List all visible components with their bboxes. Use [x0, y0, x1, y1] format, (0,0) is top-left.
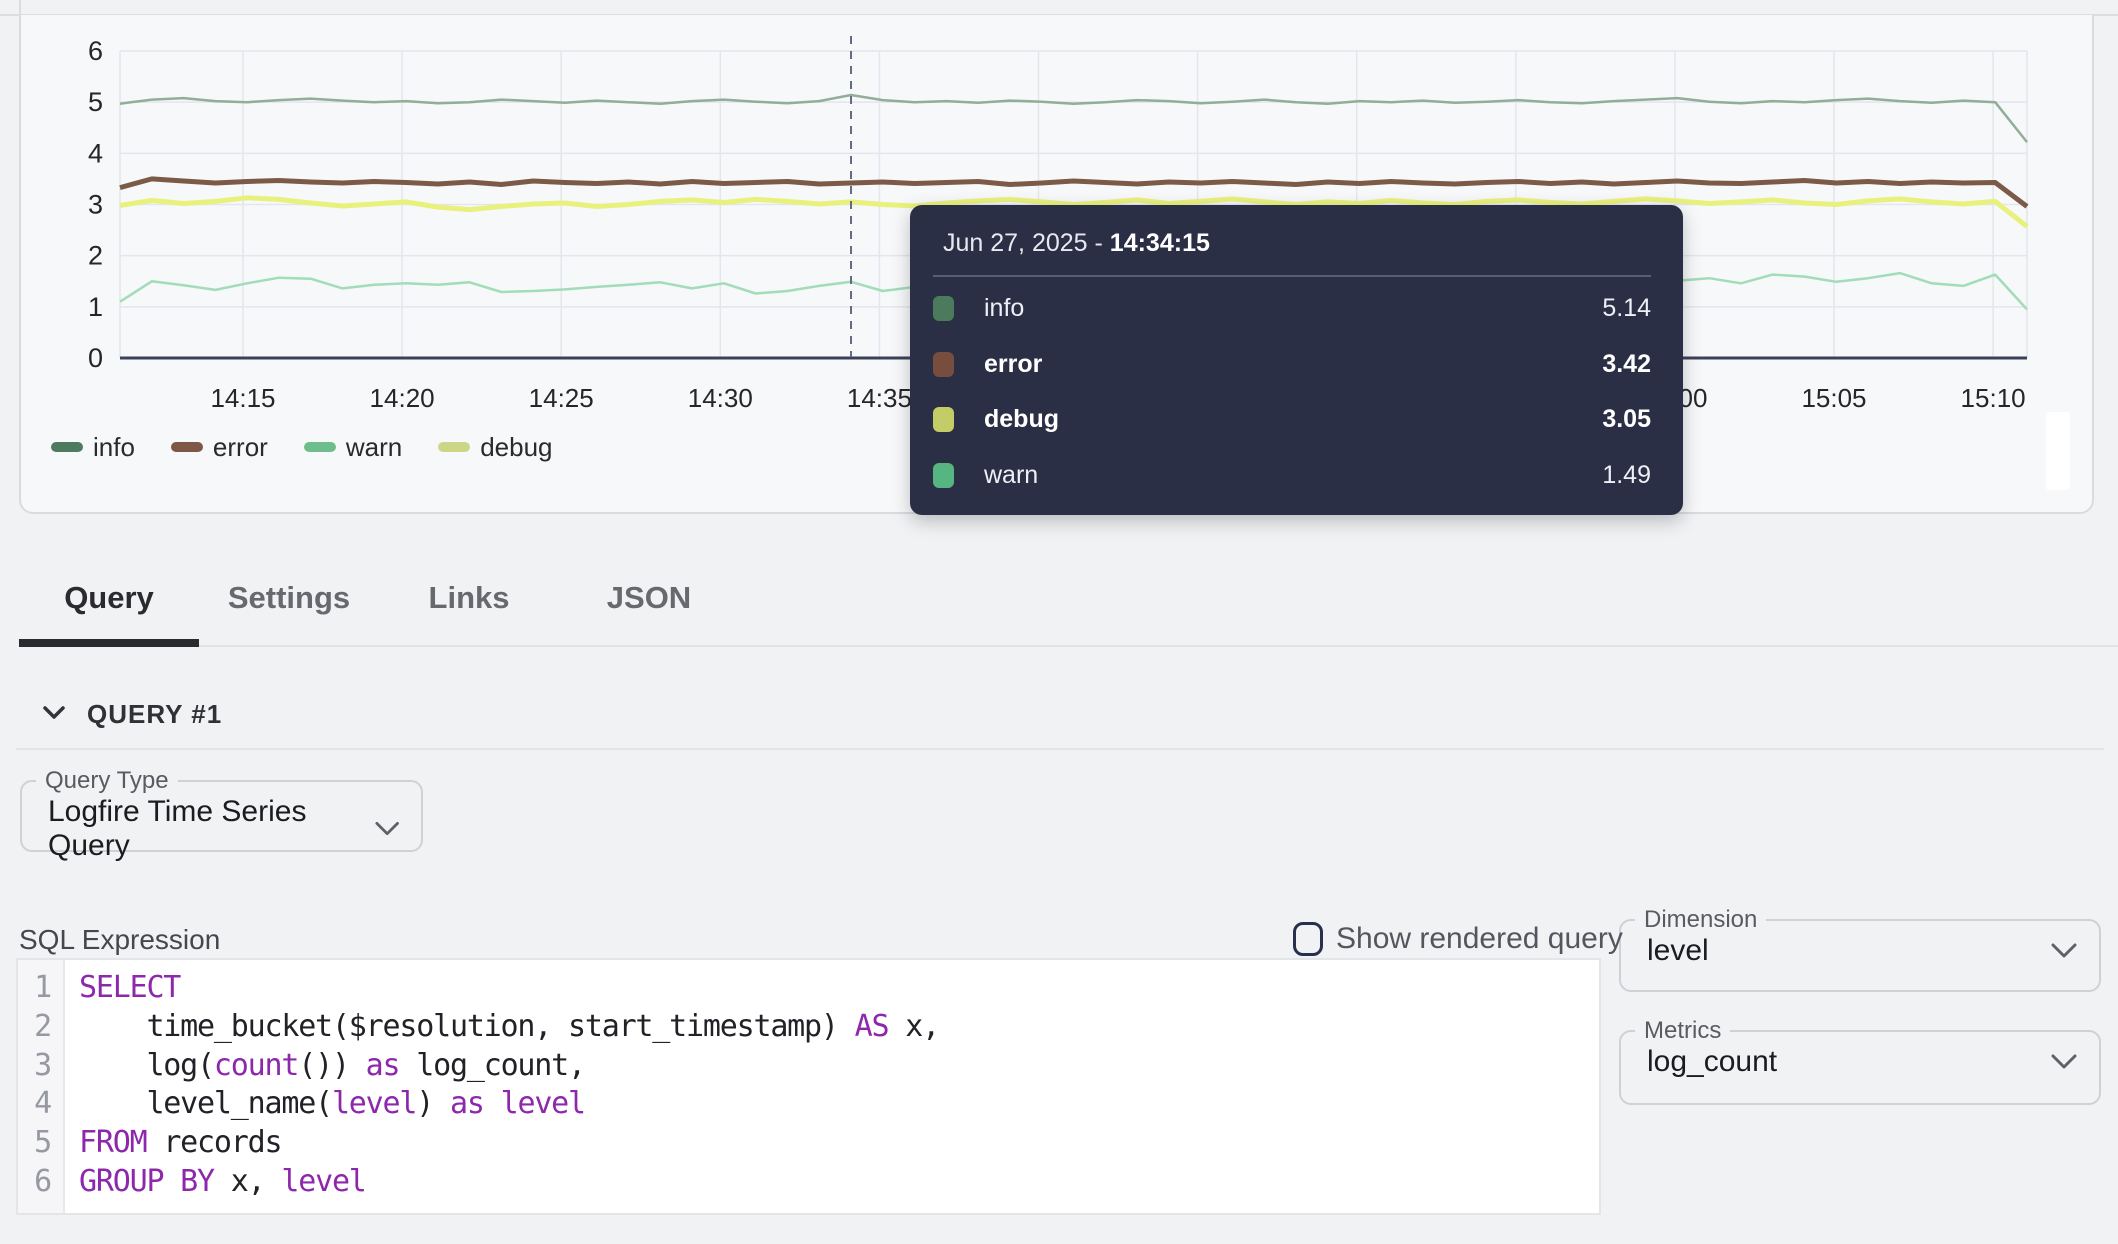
metrics-label: Metrics — [1635, 1019, 1730, 1043]
legend-item-info[interactable]: info — [51, 432, 135, 463]
legend-item-debug[interactable]: debug — [438, 432, 552, 463]
tooltip-series-value: 3.42 — [1602, 350, 1651, 379]
sql-expression-label: SQL Expression — [19, 924, 220, 956]
code-line: FROM records — [79, 1124, 1599, 1163]
tab-bar: QuerySettingsLinksJSON — [19, 563, 739, 633]
line-number: 1 — [18, 969, 51, 1008]
code-line: SELECT — [79, 969, 1599, 1008]
dimension-select[interactable]: Dimension level — [1619, 908, 2101, 992]
x-tick-label: 15:05 — [1801, 383, 1866, 413]
query-type-select[interactable]: Query Type Logfire Time Series Query — [20, 769, 423, 852]
tooltip-swatch-error — [933, 352, 954, 377]
sql-code-editor[interactable]: 123456 SELECT time_bucket($resolution, s… — [16, 958, 1601, 1215]
dashboard-query-editor: 14:1514:2014:2514:3014:3514:4014:4514:50… — [0, 0, 2118, 1244]
metrics-value: log_count — [1647, 1045, 1777, 1079]
tooltip-series-label: info — [984, 294, 1024, 323]
y-tick-label: 6 — [88, 36, 103, 66]
tooltip-date: Jun 27, 2025 - — [943, 229, 1110, 257]
legend-label: info — [93, 432, 135, 463]
query-section-title[interactable]: QUERY #1 — [87, 699, 222, 730]
legend-item-warn[interactable]: warn — [304, 432, 402, 463]
chevron-down-icon — [375, 821, 399, 837]
y-tick-label: 4 — [88, 138, 103, 168]
code-line: time_bucket($resolution, start_timestamp… — [79, 1008, 1599, 1047]
x-tick-label: 14:20 — [370, 383, 435, 413]
tooltip-rows: info 5.14 error 3.42 debug 3.05 warn 1.49 — [933, 281, 1651, 503]
chevron-down-icon — [2051, 943, 2077, 959]
x-tick-label: 14:35 — [847, 383, 912, 413]
tooltip-swatch-warn — [933, 463, 954, 488]
dimension-label: Dimension — [1635, 908, 1766, 932]
tab-active-indicator — [19, 639, 199, 647]
tab-links[interactable]: Links — [379, 563, 559, 633]
chart-legend: infoerrorwarndebug — [51, 436, 553, 458]
x-tick-label: 14:15 — [210, 383, 275, 413]
sql-code[interactable]: SELECT time_bucket($resolution, start_ti… — [65, 960, 1599, 1213]
query-section-divider — [16, 748, 2104, 750]
line-number: 2 — [18, 1008, 51, 1047]
tab-settings[interactable]: Settings — [199, 563, 379, 633]
tooltip-timestamp: Jun 27, 2025 - 14:34:15 — [933, 229, 1651, 258]
tooltip-row-warn: warn 1.49 — [933, 461, 1651, 490]
y-tick-label: 2 — [88, 241, 103, 271]
x-tick-label: 14:25 — [529, 383, 594, 413]
legend-swatch-info — [51, 442, 83, 452]
tooltip-series-label: error — [984, 350, 1042, 379]
code-line: level_name(level) as level — [79, 1085, 1599, 1124]
tooltip-divider — [933, 275, 1651, 277]
tooltip-row-error: error 3.42 — [933, 350, 1651, 379]
query-type-value: Logfire Time Series Query — [48, 795, 375, 863]
tooltip-time: 14:34:15 — [1110, 229, 1210, 257]
tooltip-swatch-debug — [933, 407, 954, 432]
tooltip-series-label: debug — [984, 405, 1059, 434]
query-type-label: Query Type — [36, 769, 178, 793]
show-rendered-query-control: Show rendered query — [1293, 920, 1623, 958]
line-number: 4 — [18, 1085, 51, 1124]
x-tick-label: 15:10 — [1961, 383, 2026, 413]
line-number: 3 — [18, 1047, 51, 1086]
line-number: 5 — [18, 1124, 51, 1163]
metrics-select[interactable]: Metrics log_count — [1619, 1019, 2101, 1105]
line-number-gutter: 123456 — [18, 960, 65, 1213]
tooltip-series-value: 5.14 — [1602, 294, 1651, 323]
y-tick-label: 1 — [88, 292, 103, 322]
y-tick-label: 3 — [88, 190, 103, 220]
legend-swatch-warn — [304, 442, 336, 452]
code-line: GROUP BY x, level — [79, 1163, 1599, 1202]
tooltip-series-value: 3.05 — [1602, 405, 1651, 434]
legend-swatch-error — [171, 442, 203, 452]
show-rendered-query-label[interactable]: Show rendered query — [1336, 922, 1623, 956]
x-tick-label: 14:30 — [688, 383, 753, 413]
chart-scrollbar-thumb[interactable] — [2046, 412, 2070, 490]
y-tick-label: 0 — [88, 343, 103, 373]
tooltip-row-info: info 5.14 — [933, 294, 1651, 323]
tab-query[interactable]: Query — [19, 563, 199, 633]
chevron-down-icon — [2051, 1054, 2077, 1070]
legend-label: warn — [346, 432, 402, 463]
tab-bar-underline — [19, 645, 2118, 647]
show-rendered-query-checkbox[interactable] — [1293, 922, 1323, 956]
tooltip-row-debug: debug 3.05 — [933, 405, 1651, 434]
legend-label: error — [213, 432, 268, 463]
legend-swatch-debug — [438, 442, 470, 452]
line-number: 6 — [18, 1163, 51, 1202]
tooltip-series-value: 1.49 — [1602, 461, 1651, 490]
dimension-value: level — [1647, 934, 1709, 968]
chart-tooltip: Jun 27, 2025 - 14:34:15 info 5.14 error 3.4… — [910, 205, 1683, 515]
tooltip-series-label: warn — [984, 461, 1038, 490]
y-tick-label: 5 — [88, 87, 103, 117]
chevron-down-icon[interactable] — [43, 706, 65, 720]
tooltip-swatch-info — [933, 296, 954, 321]
code-line: log(count()) as log_count, — [79, 1047, 1599, 1086]
legend-item-error[interactable]: error — [171, 432, 268, 463]
legend-label: debug — [480, 432, 552, 463]
tab-json[interactable]: JSON — [559, 563, 739, 633]
